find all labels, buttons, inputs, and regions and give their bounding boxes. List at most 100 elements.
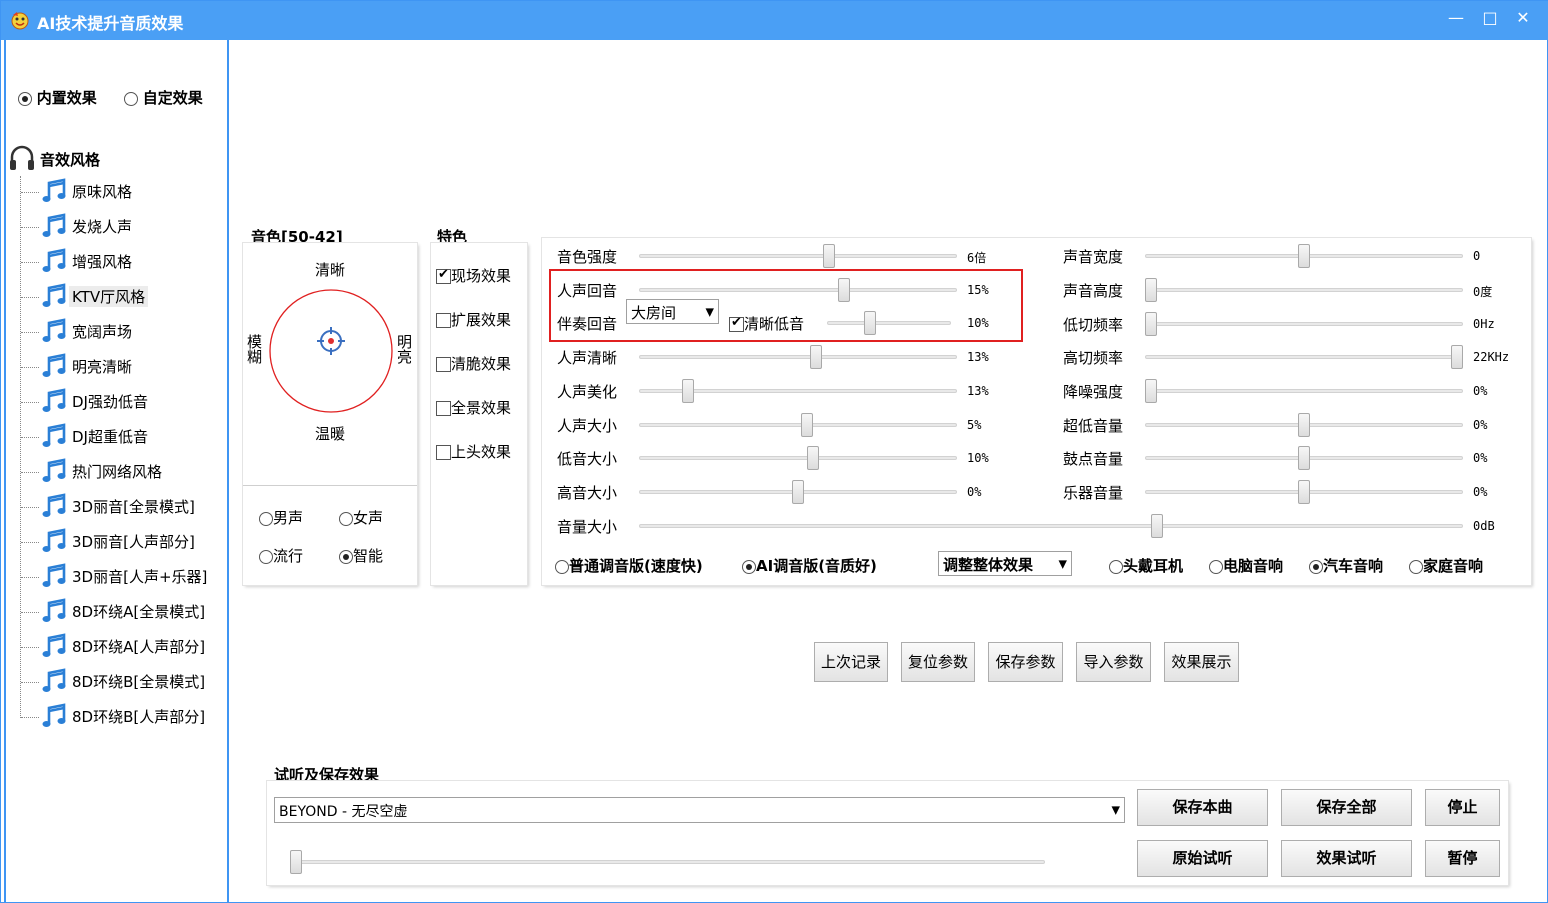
voice-pop-dot[interactable] [259,549,273,564]
progress-track[interactable] [291,860,1045,864]
device-car-dot[interactable] [1309,559,1323,574]
tree-item[interactable]: KTV厅风格 [6,280,221,314]
maximize-button[interactable]: □ [1477,7,1503,29]
slider-label: 高音大小 [557,484,618,502]
feature-head-checkbox[interactable]: 上头效果 [436,441,511,462]
slider-thumb[interactable] [801,413,814,437]
feature-crisp-box[interactable] [436,357,451,372]
tree-item[interactable]: DJ超重低音 [6,420,221,454]
overall-effect-select[interactable]: 调整整体效果 ▼ [938,551,1072,576]
slider-thumb[interactable] [1145,379,1157,403]
feature-crisp-checkbox[interactable]: 清脆效果 [436,353,511,374]
slider-thumb[interactable] [1298,244,1310,268]
engine-ai-radio[interactable]: AI调音版(音质好) [742,555,877,576]
save-all-button[interactable]: 保存全部 [1281,789,1412,826]
slider-thumb[interactable] [1145,312,1157,336]
save-song-button[interactable]: 保存本曲 [1137,789,1268,826]
close-button[interactable]: ✕ [1510,7,1536,29]
slider-thumb[interactable] [1150,514,1163,538]
custom-effects-radio[interactable]: 自定效果 [124,87,203,108]
engine-normal-radio[interactable]: 普通调音版(速度快) [555,555,703,576]
feature-panorama-checkbox[interactable]: 全景效果 [436,397,511,418]
feature-expand-checkbox[interactable]: 扩展效果 [436,309,511,330]
device-pc-dot[interactable] [1209,559,1223,574]
slider-label: 乐器音量 [1063,484,1124,502]
feature-live-box[interactable] [436,267,451,284]
voice-smart-dot[interactable] [339,549,353,564]
voice-female-radio[interactable]: 女声 [339,507,383,528]
device-home-radio[interactable]: 家庭音响 [1409,555,1483,576]
tree-item[interactable]: 3D丽音[人声+乐器] [6,560,221,594]
tree-item[interactable]: 发烧人声 [6,210,221,244]
slider-thumb[interactable] [807,446,820,470]
slider-thumb[interactable] [822,244,835,268]
slider-thumb[interactable] [681,379,694,403]
slider-track[interactable] [639,423,957,427]
slider-thumb[interactable] [1145,278,1157,302]
slider-value: 5% [967,418,982,432]
slider-track[interactable] [1145,355,1463,359]
progress-thumb[interactable] [290,850,302,874]
tree-item[interactable]: 宽阔声场 [6,315,221,349]
tree-item[interactable]: DJ强劲低音 [6,385,221,419]
device-headphones-radio[interactable]: 头戴耳机 [1109,555,1183,576]
feature-expand-box[interactable] [436,313,451,328]
voice-male-radio[interactable]: 男声 [259,507,303,528]
tree-item[interactable]: 原味风格 [6,175,221,209]
tree-item[interactable]: 8D环绕A[全景模式] [6,595,221,629]
tree-item[interactable]: 3D丽音[全景模式] [6,490,221,524]
slider-track[interactable] [1145,322,1463,326]
voice-smart-radio[interactable]: 智能 [339,545,383,566]
original-preview-button[interactable]: 原始试听 [1137,840,1268,877]
tree-item-label: DJ超重低音 [72,428,148,446]
slider-track[interactable] [639,524,1463,528]
slider-thumb[interactable] [1451,345,1463,369]
slider-thumb[interactable] [1298,446,1310,470]
slider-thumb[interactable] [810,345,823,369]
slider-thumb[interactable] [1298,480,1310,504]
timbre-pad[interactable] [267,287,395,415]
slider-thumb[interactable] [792,480,804,504]
slider-thumb[interactable] [1298,413,1310,437]
stop-button[interactable]: 停止 [1425,789,1500,826]
voice-pop-radio[interactable]: 流行 [259,545,303,566]
engine-normal-dot[interactable] [555,559,569,574]
chevron-down-icon: ▼ [1058,557,1067,570]
custom-radio-dot[interactable] [124,91,138,106]
builtin-effects-radio[interactable]: 内置效果 [18,87,97,108]
feature-live-checkbox[interactable]: 现场效果 [436,265,511,286]
tree-item[interactable]: 增强风格 [6,245,221,279]
effect-preview-button[interactable]: 效果试听 [1281,840,1412,877]
minimize-button[interactable]: — [1443,7,1469,29]
tree-root[interactable]: 音效风格 [8,144,208,174]
song-select[interactable]: BEYOND - 无尽空虚 ▼ [274,797,1125,823]
tree-connector [21,682,39,683]
tree-item[interactable]: 热门网络风格 [6,455,221,489]
last-record-button[interactable]: 上次记录 [814,642,888,682]
device-car-radio[interactable]: 汽车音响 [1309,555,1383,576]
reset-params-button[interactable]: 复位参数 [901,642,975,682]
slider-track[interactable] [639,254,957,258]
feature-panorama-box[interactable] [436,401,451,416]
slider-track[interactable] [1145,288,1463,292]
slider-track[interactable] [1145,389,1463,393]
builtin-radio-dot[interactable] [18,91,32,106]
device-pc-radio[interactable]: 电脑音响 [1209,555,1283,576]
tree-item[interactable]: 8D环绕B[人声部分] [6,700,221,734]
feature-head-box[interactable] [436,445,451,460]
tree-item[interactable]: 8D环绕B[全景模式] [6,665,221,699]
save-params-button[interactable]: 保存参数 [988,642,1063,682]
device-headphones-dot[interactable] [1109,559,1123,574]
import-params-button[interactable]: 导入参数 [1076,642,1151,682]
tree-item[interactable]: 明亮清晰 [6,350,221,384]
effect-demo-button[interactable]: 效果展示 [1164,642,1239,682]
slider-track[interactable] [639,456,957,460]
tree-item[interactable]: 8D环绕A[人声部分] [6,630,221,664]
voice-male-dot[interactable] [259,511,273,526]
slider-track[interactable] [639,355,957,359]
device-home-dot[interactable] [1409,559,1423,574]
voice-female-dot[interactable] [339,511,353,526]
engine-ai-dot[interactable] [742,559,756,574]
pause-button[interactable]: 暂停 [1425,840,1500,877]
tree-item[interactable]: 3D丽音[人声部分] [6,525,221,559]
